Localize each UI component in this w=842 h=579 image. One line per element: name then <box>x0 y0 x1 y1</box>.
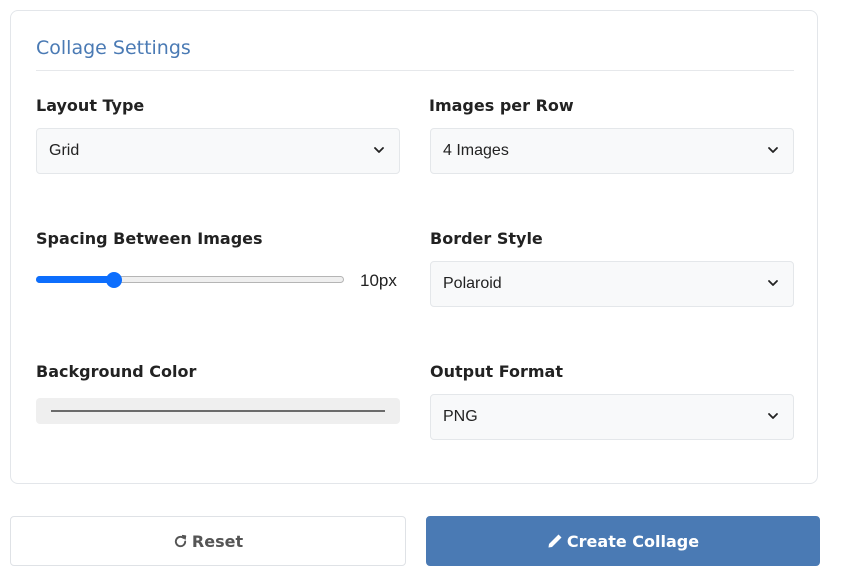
chevron-down-icon <box>374 147 384 153</box>
pencil-icon <box>548 534 562 548</box>
chevron-down-icon <box>768 280 778 286</box>
redo-icon <box>174 534 187 547</box>
border-style-label: Border Style <box>430 229 543 248</box>
layout-type-label: Layout Type <box>36 96 145 115</box>
images-per-row-select[interactable]: 4 Images <box>430 128 794 174</box>
border-style-value: Polaroid <box>443 275 502 292</box>
layout-type-select[interactable]: Grid <box>36 128 400 174</box>
background-color-input[interactable] <box>36 398 400 424</box>
chevron-down-icon <box>768 413 778 419</box>
slider-fill <box>36 276 115 283</box>
title-divider <box>36 70 794 71</box>
border-style-select[interactable]: Polaroid <box>430 261 794 307</box>
slider-thumb[interactable] <box>106 272 123 288</box>
output-format-label: Output Format <box>430 362 563 381</box>
color-swatch <box>51 410 385 412</box>
reset-button[interactable]: Reset <box>10 516 406 566</box>
output-format-value: PNG <box>443 408 478 425</box>
reset-button-label: Reset <box>191 531 244 551</box>
create-collage-button[interactable]: Create Collage <box>426 516 820 566</box>
spacing-slider[interactable] <box>36 271 344 289</box>
background-color-label: Background Color <box>36 362 197 381</box>
layout-type-value: Grid <box>49 142 80 159</box>
output-format-select[interactable]: PNG <box>430 394 794 440</box>
chevron-down-icon <box>768 147 778 153</box>
create-collage-button-label: Create Collage <box>566 531 700 551</box>
spacing-value: 10px <box>360 271 397 290</box>
spacing-label: Spacing Between Images <box>36 229 263 248</box>
images-per-row-label: Images per Row <box>429 96 574 115</box>
section-title: Collage Settings <box>36 37 191 59</box>
images-per-row-value: 4 Images <box>443 142 509 159</box>
